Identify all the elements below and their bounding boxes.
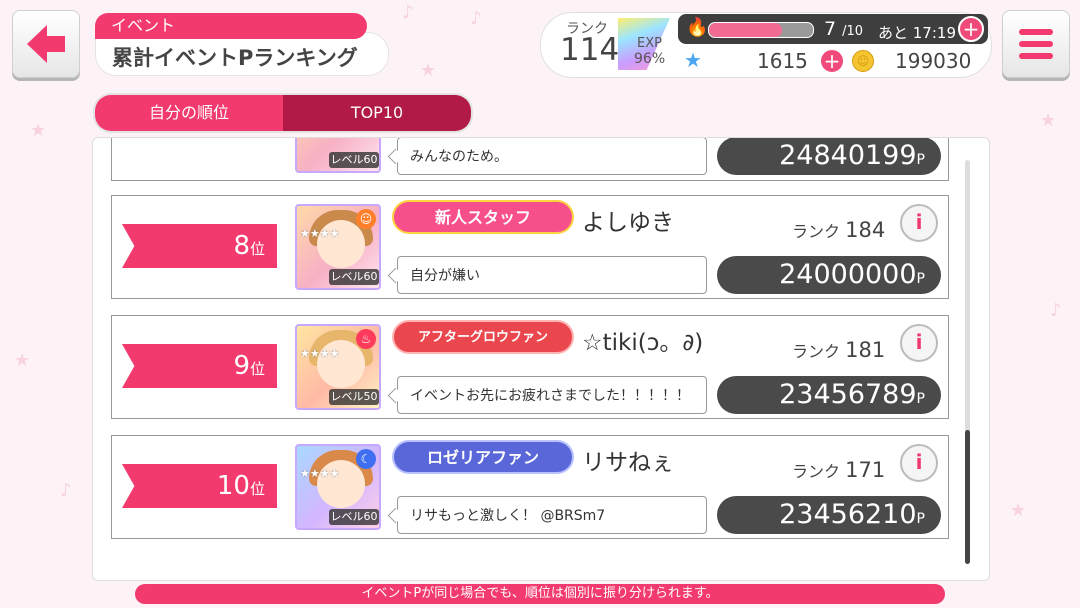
points-value: 23456210 bbox=[779, 499, 917, 530]
category-tag: イベント bbox=[95, 13, 367, 39]
info-icon[interactable]: i bbox=[900, 444, 938, 482]
stamina-max: /10 bbox=[842, 24, 864, 39]
exp-percent: 96% bbox=[634, 51, 666, 67]
background-deco: ♪ bbox=[1050, 300, 1062, 321]
title-badge: アフターグロウファン bbox=[392, 320, 574, 354]
user-rank-value: 181 bbox=[845, 338, 886, 362]
rarity-stars-icon: ★★★★ bbox=[300, 348, 339, 360]
rank-banner: 9位 bbox=[122, 344, 277, 388]
points-unit: P bbox=[916, 391, 925, 407]
rank-suffix: 位 bbox=[249, 360, 265, 378]
title-badge: 新人スタッフ bbox=[392, 200, 574, 234]
member-card[interactable]: ★★★★ ☺ レベル60 bbox=[295, 204, 381, 290]
cool-icon: ☾ bbox=[356, 449, 376, 469]
stamina-timer: あと 17:19 bbox=[878, 24, 956, 42]
card-level: レベル60 bbox=[329, 152, 379, 168]
stamina-count: 7 /10 bbox=[824, 18, 863, 40]
background-deco: ★ bbox=[14, 350, 31, 371]
user-rank-value: 184 bbox=[845, 218, 886, 242]
menu-icon bbox=[1019, 29, 1053, 59]
user-rank-value: 171 bbox=[845, 458, 886, 482]
rank-number: 9 bbox=[233, 351, 250, 381]
title-badge: ロゼリアファン bbox=[392, 440, 574, 474]
username: ☆tiki(ↄ。∂) bbox=[582, 330, 704, 356]
user-comment: みんなのため。 bbox=[397, 138, 707, 175]
rank-number: 10 bbox=[216, 471, 250, 501]
ranking-row[interactable]: 10位 ★★★★ ☾ レベル60 ロゼリアファン リサねぇ ランク 171 i … bbox=[111, 435, 949, 539]
back-button[interactable] bbox=[12, 10, 80, 78]
coin-count: 199030 bbox=[895, 49, 972, 73]
rank-suffix: 位 bbox=[249, 240, 265, 258]
footer-notice: イベントPが同じ場合でも、順位は個別に振り分けられます。 bbox=[135, 584, 945, 604]
event-points: 23456210P bbox=[717, 496, 941, 534]
coin-icon: ☺ bbox=[852, 50, 874, 72]
user-comment: リサもっと激しく！ @BRSm7 bbox=[397, 496, 707, 534]
player-rank: 114 bbox=[560, 32, 620, 68]
user-rank: ランク 181 bbox=[792, 338, 885, 362]
stamina-current: 7 bbox=[824, 18, 837, 40]
points-unit: P bbox=[916, 271, 925, 287]
card-level: レベル60 bbox=[329, 509, 379, 525]
tab-top10[interactable]: TOP10 bbox=[283, 95, 471, 131]
arrow-left-icon bbox=[27, 25, 65, 63]
tab-my-rank[interactable]: 自分の順位 bbox=[95, 95, 283, 131]
fire-icon: 🔥 bbox=[686, 17, 709, 38]
member-card[interactable]: ★★★★ ♨ レベル50 bbox=[295, 324, 381, 410]
event-points: 23456789P bbox=[717, 376, 941, 414]
background-deco: ♪ bbox=[60, 480, 72, 501]
scrollbar-thumb[interactable] bbox=[965, 430, 970, 564]
rarity-stars-icon: ★★★★ bbox=[300, 468, 339, 480]
member-card[interactable]: ★★★★ ☾ レベル60 bbox=[295, 444, 381, 530]
user-comment: イベントお先にお疲れさまでした！！！！！ bbox=[397, 376, 707, 414]
points-value: 24840199 bbox=[779, 140, 917, 171]
background-deco: ♪ bbox=[402, 2, 414, 23]
star-icon: ★ bbox=[684, 48, 702, 72]
info-icon[interactable]: i bbox=[900, 204, 938, 242]
rank-banner: 8位 bbox=[122, 224, 277, 268]
happy-icon: ☺ bbox=[356, 209, 376, 229]
event-points: 24840199P bbox=[717, 138, 941, 175]
add-stamina-button[interactable]: + bbox=[958, 16, 984, 42]
menu-button[interactable] bbox=[1002, 10, 1070, 78]
background-deco: ★ bbox=[30, 120, 47, 141]
username: リサねぇ bbox=[582, 450, 674, 476]
card-level: レベル50 bbox=[329, 389, 379, 405]
username: よしゆき bbox=[582, 210, 674, 236]
add-stars-button[interactable]: + bbox=[819, 48, 845, 74]
stamina-fill bbox=[709, 23, 782, 37]
card-level: レベル60 bbox=[329, 269, 379, 285]
member-card[interactable]: レベル60 bbox=[295, 138, 381, 173]
rank-suffix: 位 bbox=[249, 480, 265, 498]
points-unit: P bbox=[916, 152, 925, 168]
points-value: 23456789 bbox=[779, 379, 917, 410]
background-deco: ★ bbox=[1040, 110, 1057, 131]
user-rank-label: ランク bbox=[792, 462, 841, 481]
background-deco: ★ bbox=[1010, 500, 1027, 521]
rank-number: 8 bbox=[233, 231, 250, 261]
rarity-stars-icon: ★★★★ bbox=[300, 228, 339, 240]
ranking-tabs: 自分の順位 TOP10 bbox=[93, 93, 473, 133]
powerful-icon: ♨ bbox=[356, 329, 376, 349]
event-points: 24000000P bbox=[717, 256, 941, 294]
user-rank-label: ランク bbox=[792, 222, 841, 241]
background-deco: ★ bbox=[420, 60, 437, 81]
stamina-bar bbox=[708, 22, 814, 38]
info-icon[interactable]: i bbox=[900, 324, 938, 362]
rank-banner: 10位 bbox=[122, 464, 277, 508]
ranking-row[interactable]: 8位 ★★★★ ☺ レベル60 新人スタッフ よしゆき ランク 184 i 自分… bbox=[111, 195, 949, 299]
user-rank-label: ランク bbox=[792, 342, 841, 361]
background-deco: ♪ bbox=[470, 8, 482, 29]
ranking-row-partial: レベル60 みんなのため。 24840199P bbox=[111, 138, 949, 181]
star-count: 1615 bbox=[757, 49, 808, 73]
user-comment: 自分が嫌い bbox=[397, 256, 707, 294]
points-unit: P bbox=[916, 511, 925, 527]
ranking-row[interactable]: 9位 ★★★★ ♨ レベル50 アフターグロウファン ☆tiki(ↄ。∂) ラン… bbox=[111, 315, 949, 419]
user-rank: ランク 171 bbox=[792, 458, 885, 482]
points-value: 24000000 bbox=[779, 259, 917, 290]
page-title: 累計イベントPランキング bbox=[112, 46, 358, 70]
exp-label: EXP bbox=[637, 36, 662, 51]
user-rank: ランク 184 bbox=[792, 218, 885, 242]
